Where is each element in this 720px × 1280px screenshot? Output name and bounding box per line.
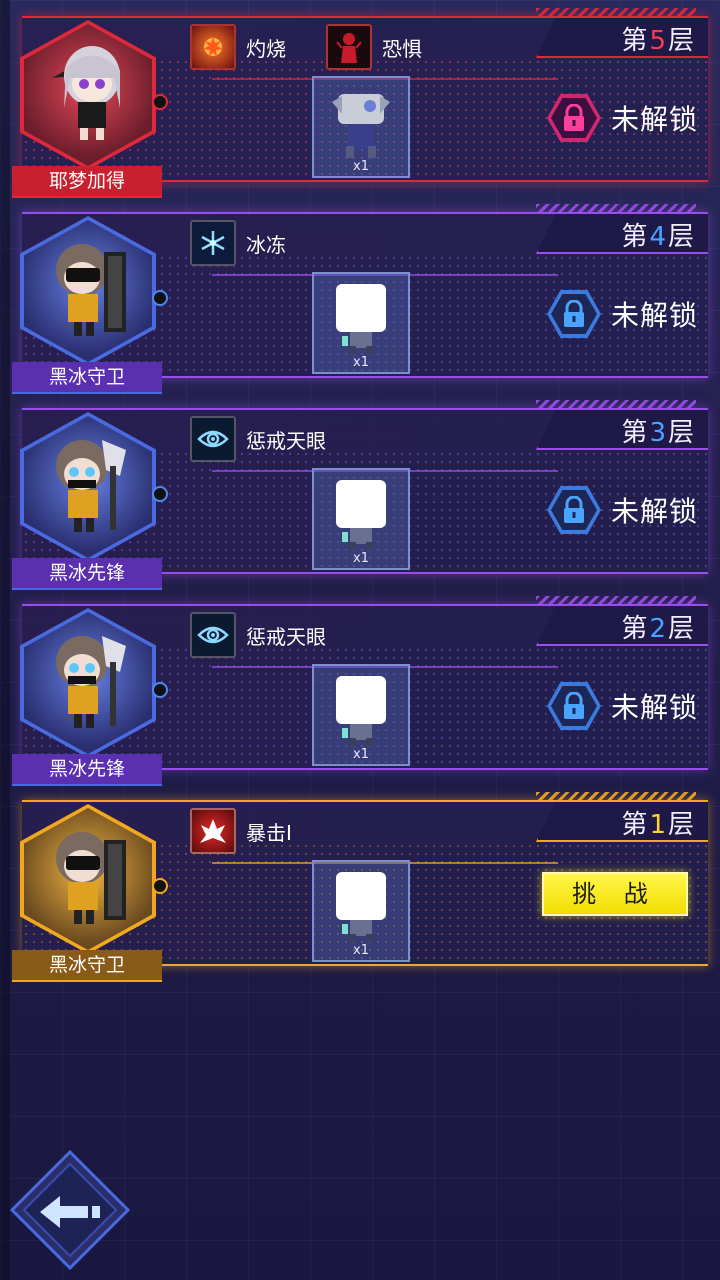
eye-icon bbox=[190, 612, 236, 658]
boss-avatar bbox=[52, 46, 120, 140]
buff-list: 灼烧 恐惧 bbox=[190, 24, 422, 70]
eye-icon bbox=[190, 416, 236, 462]
buff-item[interactable]: 恐惧 bbox=[326, 24, 422, 70]
lock-label: 未解锁 bbox=[610, 299, 698, 332]
buff-item[interactable]: 冰冻 bbox=[190, 220, 286, 266]
buff-item[interactable]: 暴击Ⅰ bbox=[190, 808, 292, 854]
boss-name: 黑冰守卫 bbox=[12, 362, 162, 394]
lock-label: 未解锁 bbox=[610, 495, 698, 528]
boss-portrait[interactable]: 耶梦加得 bbox=[12, 16, 168, 198]
lock-badge bbox=[546, 682, 601, 730]
buff-label: 惩戒天眼 bbox=[246, 624, 326, 649]
header-stripes bbox=[536, 596, 696, 604]
reward-slot[interactable]: x1 bbox=[312, 664, 410, 766]
boss-name: 耶梦加得 bbox=[12, 166, 162, 198]
header-stripes bbox=[536, 204, 696, 212]
locked-status: 未解锁 bbox=[546, 682, 698, 730]
boss-name: 黑冰先锋 bbox=[12, 558, 162, 590]
floor-4-row: 第4层 冰冻 x1 未解锁 黑冰守卫 bbox=[0, 196, 720, 394]
reward-quantity: x1 bbox=[353, 159, 369, 174]
fear-icon bbox=[326, 24, 372, 70]
reward-quantity: x1 bbox=[353, 355, 369, 370]
buff-list: 惩戒天眼 bbox=[190, 416, 326, 462]
unknown-figure-icon bbox=[336, 480, 386, 550]
lock-icon bbox=[563, 692, 584, 719]
freeze-icon bbox=[190, 220, 236, 266]
boss-avatar bbox=[56, 244, 126, 336]
buff-list: 暴击Ⅰ bbox=[190, 808, 292, 854]
reward-quantity: x1 bbox=[353, 943, 369, 958]
lock-badge bbox=[546, 94, 601, 142]
boss-avatar bbox=[56, 832, 126, 924]
reward-slot[interactable]: x1 bbox=[312, 860, 410, 962]
boss-portrait[interactable]: 黑冰守卫 bbox=[12, 800, 168, 982]
crit-icon bbox=[190, 808, 236, 854]
lock-badge bbox=[546, 486, 601, 534]
unknown-figure-icon bbox=[336, 284, 386, 354]
level-label: 第3层 bbox=[621, 418, 696, 448]
buff-list: 惩戒天眼 bbox=[190, 612, 326, 658]
reward-slot[interactable]: x1 bbox=[312, 468, 410, 570]
locked-status: 未解锁 bbox=[546, 486, 698, 534]
connector-node bbox=[152, 682, 168, 698]
mech-figure-icon bbox=[332, 94, 390, 158]
boss-name: 黑冰守卫 bbox=[12, 950, 162, 982]
level-label: 第4层 bbox=[621, 222, 696, 252]
header-stripes bbox=[536, 400, 696, 408]
floor-2-row: 第2层 惩戒天眼 x1 未解锁 黑冰先锋 bbox=[0, 588, 720, 786]
lock-icon bbox=[563, 300, 584, 327]
unknown-figure-icon bbox=[336, 676, 386, 746]
buff-item[interactable]: 惩戒天眼 bbox=[190, 612, 326, 658]
reward-slot[interactable]: x1 bbox=[312, 272, 410, 374]
connector-node bbox=[152, 290, 168, 306]
reward-quantity: x1 bbox=[353, 747, 369, 762]
buff-label: 灼烧 bbox=[246, 36, 286, 61]
buff-item[interactable]: 惩戒天眼 bbox=[190, 416, 326, 462]
buff-item[interactable]: 灼烧 bbox=[190, 24, 286, 70]
reward-slot[interactable]: x1 bbox=[312, 76, 410, 178]
back-button[interactable] bbox=[9, 1149, 131, 1271]
lock-badge bbox=[546, 290, 601, 338]
challenge-button[interactable]: 挑 战 bbox=[542, 872, 688, 916]
burn-icon bbox=[190, 24, 236, 70]
connector-node bbox=[152, 486, 168, 502]
boss-portrait[interactable]: 黑冰守卫 bbox=[12, 212, 168, 394]
lock-icon bbox=[563, 104, 584, 131]
locked-status: 未解锁 bbox=[546, 290, 698, 338]
header-stripes bbox=[536, 8, 696, 16]
buff-label: 惩戒天眼 bbox=[246, 428, 326, 453]
connector-node bbox=[152, 94, 168, 110]
boss-portrait[interactable]: 黑冰先锋 bbox=[12, 604, 168, 786]
unknown-figure-icon bbox=[336, 872, 386, 942]
boss-avatar bbox=[56, 636, 126, 728]
floor-3-row: 第3层 惩戒天眼 x1 未解锁 黑冰先锋 bbox=[0, 392, 720, 590]
level-label: 第2层 bbox=[621, 614, 696, 644]
lock-icon bbox=[563, 496, 584, 523]
reward-quantity: x1 bbox=[353, 551, 369, 566]
buff-label: 冰冻 bbox=[246, 232, 286, 257]
locked-status: 未解锁 bbox=[546, 94, 698, 142]
boss-name: 黑冰先锋 bbox=[12, 754, 162, 786]
lock-label: 未解锁 bbox=[610, 103, 698, 136]
floor-5-row: 第5层 灼烧 恐惧 x1 未解锁 耶梦加得 bbox=[0, 0, 720, 198]
header-stripes bbox=[536, 792, 696, 800]
connector-node bbox=[152, 878, 168, 894]
buff-list: 冰冻 bbox=[190, 220, 286, 266]
boss-portrait[interactable]: 黑冰先锋 bbox=[12, 408, 168, 590]
level-label: 第1层 bbox=[621, 810, 696, 840]
lock-label: 未解锁 bbox=[610, 691, 698, 724]
boss-avatar bbox=[56, 440, 126, 532]
level-label: 第5层 bbox=[621, 26, 696, 56]
buff-label: 恐惧 bbox=[382, 36, 422, 61]
buff-label: 暴击Ⅰ bbox=[246, 820, 292, 845]
floor-1-row: 第1层 暴击Ⅰ x1 挑 战 黑冰守卫 bbox=[0, 784, 720, 982]
